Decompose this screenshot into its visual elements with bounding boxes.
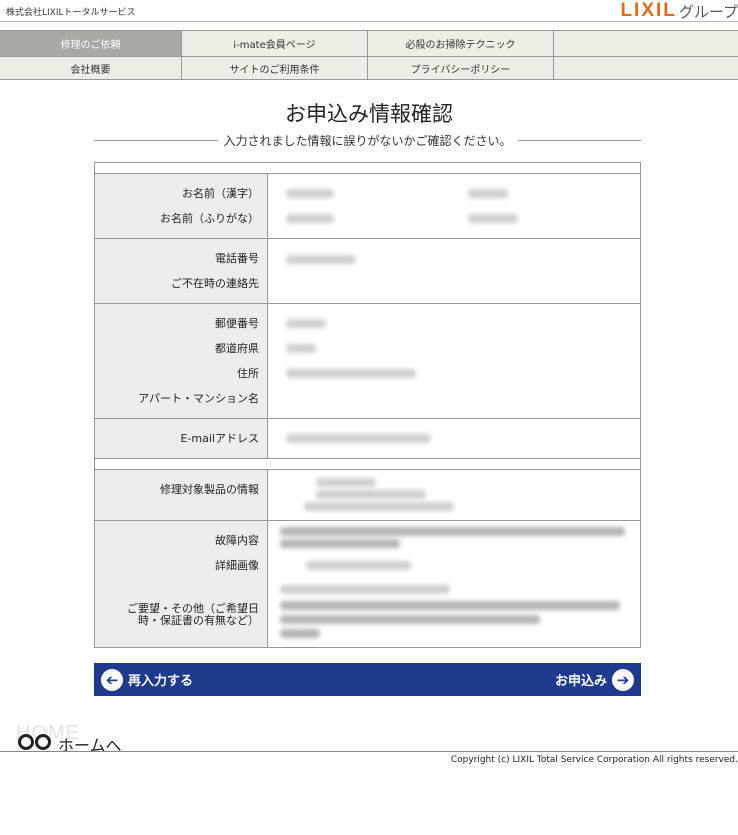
requests-value-4 [280,629,320,638]
footer: Copyright (c) LIXIL Total Service Corpor… [0,751,738,765]
main-nav: 修理のご依頼 i-mate会員ページ 必殺のお掃除テクニック 会社概要 サイトの… [0,30,738,80]
email-value-cell [268,419,640,458]
name-value-cell [268,174,640,238]
nav-cleaning-tips[interactable]: 必殺のお掃除テクニック [368,31,554,56]
home-link-label: ホームへ [58,736,122,755]
home-link[interactable]: HOME ホームへ [2,722,142,762]
address-label-cell: 郵便番号 都道府県 住所 アパート・マンション名 [95,304,268,418]
requests-value-3 [280,615,540,624]
address-label: 住所 [237,367,259,380]
company-name: 株式会社LIXILトータルサービス [6,8,136,18]
name-label-cell: お名前（漢字） お名前（ふりがな） [95,174,268,238]
reenter-button-label: 再入力する [128,674,194,689]
phone-row: 電話番号 ご不在時の連絡先 [95,239,640,304]
submit-button[interactable]: お申込み ➔ [555,663,634,696]
page-title: お申込み情報確認 [285,102,453,126]
fault-label: 故障内容 [215,534,259,547]
phone-value-cell [268,239,640,303]
prefecture-value [286,344,316,353]
product-value-3 [304,502,454,511]
email-label: E-mailアドレス [180,432,260,445]
arrow-left-icon: ➔ [101,668,123,691]
submit-button-label: お申込み [554,674,607,689]
reenter-button[interactable]: ➔ 再入力する [101,663,193,696]
name-kana-value [286,214,334,223]
nav-company-profile[interactable]: 会社概要 [0,57,182,80]
nav-imate-member[interactable]: i-mate会員ページ [182,31,368,56]
address-value [286,369,416,378]
fault-value-cell [268,521,640,647]
name-row: お名前（漢字） お名前（ふりがな） [95,174,640,239]
phone-label-cell: 電話番号 ご不在時の連絡先 [95,239,268,303]
fault-row: 故障内容 詳細画像 ご要望・その他（ご希望日時・保証書の有無など） [95,521,640,647]
requests-label: ご要望・その他（ご希望日時・保証書の有無など） [127,602,259,627]
subtitle-rule-left [94,139,218,141]
phone-label: 電話番号 [215,252,259,265]
building-label: アパート・マンション名 [138,392,259,405]
confirmation-table: お名前（漢字） お名前（ふりがな） 電話番号 ご不在時の連絡先 郵便番号 都道府… [94,162,641,648]
logo-sub: グループ [678,2,738,21]
postal-label: 郵便番号 [215,317,259,330]
detail-image-label: 詳細画像 [215,559,259,572]
address-value-cell [268,304,640,418]
subtitle-rule-right [517,139,642,141]
home-circles-icon [18,734,52,750]
address-row: 郵便番号 都道府県 住所 アパート・マンション名 [95,304,640,419]
name-kana-value-2 [468,214,518,223]
name-kana-label: お名前（ふりがな） [160,212,259,225]
name-kanji-value-2 [468,189,508,198]
nav-empty-2 [554,57,738,80]
arrow-right-icon: ➔ [612,668,634,691]
product-info-label: 修理対象製品の情報 [160,483,259,496]
nav-privacy-policy[interactable]: プライバシーポリシー [368,57,554,80]
email-value [286,434,431,443]
nav-row-2: 会社概要 サイトのご利用条件 プライバシーポリシー [0,56,738,80]
requests-value-2 [280,601,620,610]
name-kanji-value [286,189,334,198]
lixil-logo[interactable]: LIXIL グループ [620,0,738,22]
fault-value-2 [280,539,400,548]
requests-value-1 [280,585,450,594]
copyright: Copyright (c) LIXIL Total Service Corpor… [450,755,738,765]
action-bar: ➔ 再入力する お申込み ➔ [94,663,641,696]
subtitle-row: 入力されました情報に誤りがないかご確認ください。 [94,131,642,149]
page-subtitle: 入力されました情報に誤りがないかご確認ください。 [223,133,512,148]
nav-row-1: 修理のご依頼 i-mate会員ページ 必殺のお掃除テクニック [0,31,738,56]
name-kanji-label: お名前（漢字） [182,187,259,200]
prefecture-label: 都道府県 [215,342,259,355]
detail-image-value [306,561,411,570]
top-bar: 株式会社LIXILトータルサービス LIXIL グループ [0,0,738,22]
phone-value [286,255,356,264]
nav-empty-1 [554,31,738,56]
nav-repair-request[interactable]: 修理のご依頼 [0,31,182,56]
fault-value-1 [280,527,625,536]
alt-contact-label: ご不在時の連絡先 [171,277,259,290]
nav-terms-of-use[interactable]: サイトのご利用条件 [182,57,368,80]
email-row: E-mailアドレス [95,419,640,459]
product-value-cell [268,470,640,520]
product-value-1 [316,478,376,487]
fault-label-cell: 故障内容 詳細画像 ご要望・その他（ご希望日時・保証書の有無など） [95,521,268,647]
logo-mark: LIXIL [620,0,677,21]
product-value-2 [316,490,426,499]
product-row: 修理対象製品の情報 [95,470,640,521]
email-label-cell: E-mailアドレス [95,419,268,458]
spacer-row-top [95,163,640,174]
product-label-cell: 修理対象製品の情報 [95,470,268,520]
postal-value [286,319,326,328]
spacer-row-mid [95,459,640,470]
